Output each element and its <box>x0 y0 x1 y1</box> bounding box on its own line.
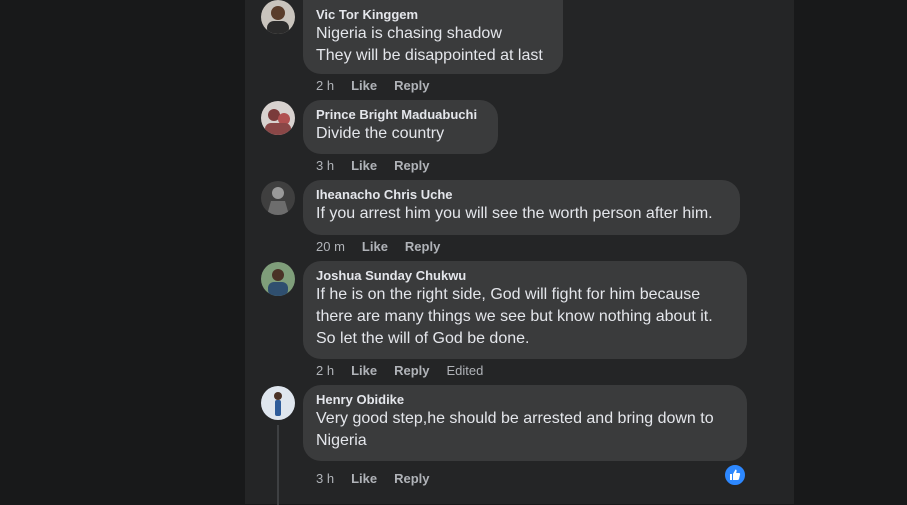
like-button[interactable]: Like <box>351 471 377 487</box>
like-button[interactable]: Like <box>351 158 377 174</box>
like-button[interactable]: Like <box>351 363 377 379</box>
like-button[interactable]: Like <box>362 239 388 255</box>
comment-bubble: Henry Obidike Very good step,he should b… <box>303 385 747 461</box>
comment-author[interactable]: Joshua Sunday Chukwu <box>316 267 735 284</box>
avatar[interactable] <box>261 386 295 420</box>
comment-time[interactable]: 2 h <box>316 363 334 379</box>
reply-button[interactable]: Reply <box>394 363 429 379</box>
avatar[interactable] <box>261 101 295 135</box>
like-button[interactable]: Like <box>351 78 377 94</box>
comment-actions: 2 h Like Reply Edited <box>316 363 500 379</box>
reply-button[interactable]: Reply <box>394 471 429 487</box>
avatar[interactable] <box>261 262 295 296</box>
comment-actions: 3 h Like Reply <box>316 158 447 174</box>
comment-text: If he is on the right side, God will fig… <box>316 286 713 347</box>
avatar[interactable] <box>261 181 295 215</box>
comment-text: Very good step,he should be arrested and… <box>316 410 714 449</box>
comment-bubble: Vic Tor Kinggem Nigeria is chasing shado… <box>303 0 563 74</box>
thumbs-up-icon <box>730 469 741 480</box>
reply-button[interactable]: Reply <box>394 158 429 174</box>
reply-button[interactable]: Reply <box>405 239 440 255</box>
comment-actions: 3 h Like Reply <box>316 471 447 487</box>
comment-author[interactable]: Vic Tor Kinggem <box>316 6 551 23</box>
comment-text: Divide the country <box>316 125 445 142</box>
thread-line <box>277 425 279 505</box>
comment-bubble: Iheanacho Chris Uche If you arrest him y… <box>303 180 740 235</box>
comment-actions: 20 m Like Reply <box>316 239 457 255</box>
comment-author[interactable]: Henry Obidike <box>316 391 735 408</box>
comment-bubble: Joshua Sunday Chukwu If he is on the rig… <box>303 261 747 359</box>
comment-time[interactable]: 20 m <box>316 239 345 255</box>
comment-author[interactable]: Iheanacho Chris Uche <box>316 186 728 203</box>
avatar[interactable] <box>261 0 295 34</box>
comment-bubble: Prince Bright Maduabuchi Divide the coun… <box>303 100 498 154</box>
comment-actions: 2 h Like Reply <box>316 78 447 94</box>
comment-time[interactable]: 3 h <box>316 158 334 174</box>
like-reaction-badge[interactable] <box>723 463 747 487</box>
reply-button[interactable]: Reply <box>394 78 429 94</box>
comment-time[interactable]: 3 h <box>316 471 334 487</box>
comments-feed: Vic Tor Kinggem Nigeria is chasing shado… <box>245 0 794 505</box>
comment-text: Nigeria is chasing shadow They will be d… <box>316 25 543 64</box>
comment-time[interactable]: 2 h <box>316 78 334 94</box>
edited-label[interactable]: Edited <box>447 363 484 379</box>
comment-text: If you arrest him you will see the worth… <box>316 205 713 222</box>
comment-author[interactable]: Prince Bright Maduabuchi <box>316 106 486 123</box>
